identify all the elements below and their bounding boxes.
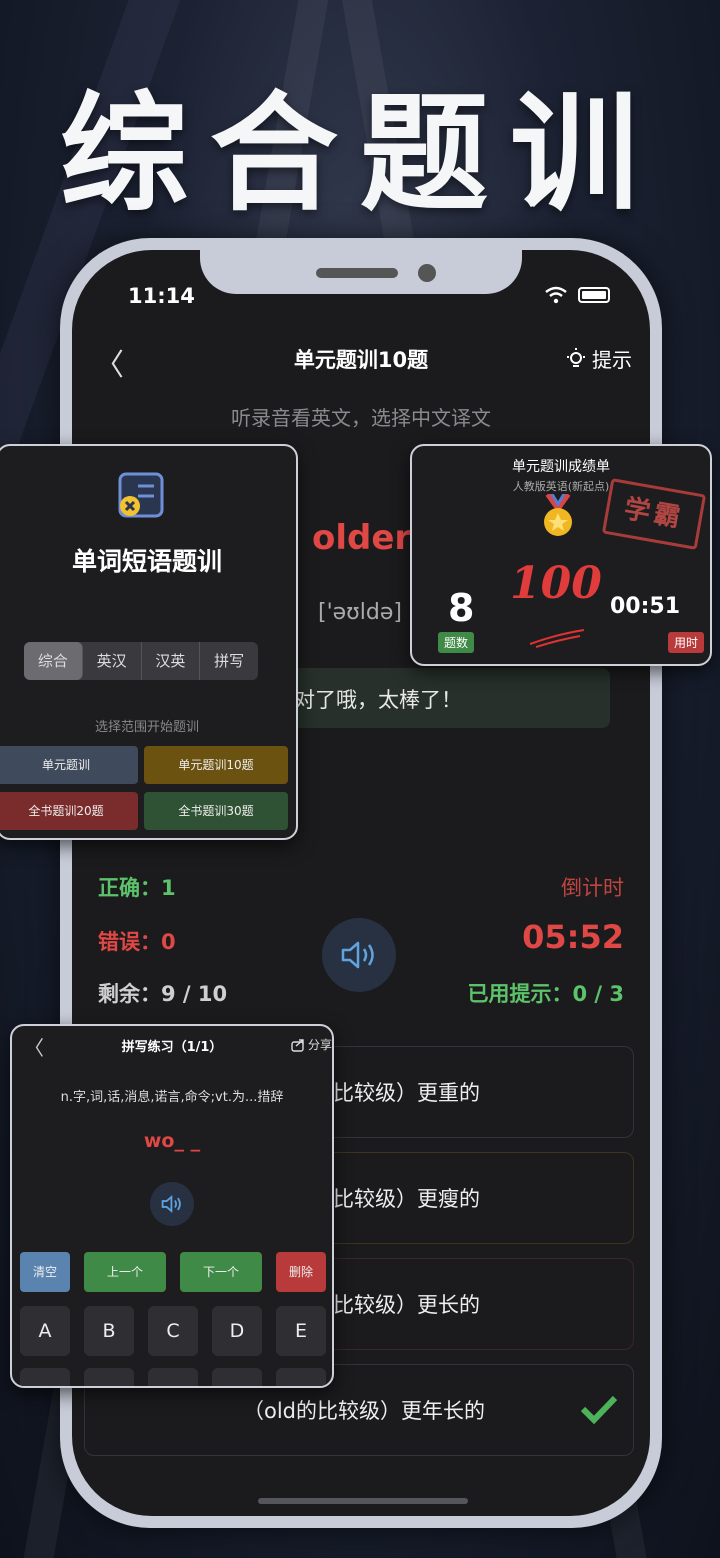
lightbulb-icon xyxy=(567,347,585,367)
unit-10-button[interactable]: 单元题训10题 xyxy=(144,746,288,784)
unit-training-button[interactable]: 单元题训 xyxy=(0,746,138,784)
key-d[interactable]: D xyxy=(212,1306,262,1356)
play-audio-button[interactable] xyxy=(322,918,396,992)
book-30-button[interactable]: 全书题训30题 xyxy=(144,792,288,830)
share-label: 分享 xyxy=(307,1038,332,1052)
hint-button[interactable]: 提示 xyxy=(564,344,632,373)
hints-used-stat: 已用提示：0 / 3 xyxy=(467,978,624,1008)
key[interactable] xyxy=(20,1368,70,1386)
battery-icon xyxy=(578,287,610,303)
instruction-text: 听录音看英文，选择中文译文 xyxy=(231,406,491,430)
clear-button[interactable]: 清空 xyxy=(20,1252,70,1292)
play-audio-button[interactable] xyxy=(150,1182,194,1226)
elapsed-time-tag: 用时 xyxy=(667,632,704,653)
option-text: 比较级）更长的 xyxy=(333,1293,480,1317)
wrong-label: 错误： xyxy=(98,930,161,954)
hints-label: 已用提示： xyxy=(467,982,573,1006)
tab-spelling[interactable]: 拼写 xyxy=(200,642,258,680)
key-e[interactable]: E xyxy=(276,1306,326,1356)
vocab-training-card: 单词短语题训 综合 英汉 汉英 拼写 选择范围开始题训 单元题训 单元题训10题… xyxy=(0,444,298,840)
status-icons xyxy=(544,286,610,304)
hints-value: 0 / 3 xyxy=(572,982,624,1006)
speaker-icon xyxy=(161,1194,181,1214)
tab-cn-en[interactable]: 汉英 xyxy=(142,642,201,680)
option-text: 比较级）更瘦的 xyxy=(333,1187,480,1211)
remaining-value: 9 / 10 xyxy=(161,982,228,1006)
wrong-stat: 错误：0 xyxy=(98,926,176,956)
key[interactable] xyxy=(84,1368,134,1386)
medal-icon xyxy=(544,494,572,536)
book-20-button[interactable]: 全书题训20题 xyxy=(0,792,138,830)
correct-value: 1 xyxy=(161,876,176,900)
hint-label: 提示 xyxy=(592,348,632,372)
word-definition: n.字,词,话,消息,诺言,命令;vt.为...措辞 xyxy=(60,1090,284,1105)
earpiece xyxy=(316,268,398,278)
notch xyxy=(200,250,522,294)
option-text: 比较级）更重的 xyxy=(333,1081,480,1105)
countdown-label: 倒计时 xyxy=(561,876,624,900)
question-count-tag: 题数 xyxy=(438,632,475,653)
key-a[interactable]: A xyxy=(20,1306,70,1356)
previous-button[interactable]: 上一个 xyxy=(84,1252,166,1292)
key-c[interactable]: C xyxy=(148,1306,198,1356)
countdown-timer: 05:52 xyxy=(522,918,624,956)
nav-bar: 〈 单元题训10题 提示 xyxy=(72,330,650,384)
quiz-checklist-icon xyxy=(118,472,164,518)
next-button[interactable]: 下一个 xyxy=(180,1252,262,1292)
share-button[interactable]: 分享 xyxy=(291,1036,332,1053)
wrong-value: 0 xyxy=(161,930,176,954)
remaining-label: 剩余： xyxy=(98,982,161,1006)
spelling-practice-card: 〈 拼写练习（1/1） 分享 n.字,词,话,消息,诺言,命令;vt.为...措… xyxy=(10,1024,334,1388)
wifi-icon xyxy=(545,286,567,304)
correct-label: 正确： xyxy=(98,876,161,900)
question-count: 8 xyxy=(448,586,475,630)
score-value: 100 xyxy=(510,558,602,609)
mode-tabs: 综合 英汉 汉英 拼写 xyxy=(24,642,258,680)
status-time: 11:14 xyxy=(128,284,195,308)
option-text: （old的比较级）更年长的 xyxy=(243,1399,486,1423)
remaining-stat: 剩余：9 / 10 xyxy=(98,978,227,1008)
headline: 综合题训 xyxy=(59,80,660,229)
score-card-title: 单元题训成绩单 xyxy=(512,459,610,475)
spelling-word: wo_ _ xyxy=(143,1130,201,1152)
vocab-card-title: 单词短语题训 xyxy=(71,547,222,576)
key[interactable] xyxy=(276,1368,326,1386)
home-indicator xyxy=(258,1498,468,1504)
scope-label: 选择范围开始题训 xyxy=(94,720,199,735)
tab-mixed[interactable]: 综合 xyxy=(24,642,83,680)
delete-button[interactable]: 删除 xyxy=(276,1252,326,1292)
key[interactable] xyxy=(148,1368,198,1386)
speaker-icon xyxy=(341,941,374,969)
question-word: older xyxy=(312,518,412,558)
spelling-title: 拼写练习（1/1） xyxy=(121,1040,223,1055)
score-underline xyxy=(529,629,585,648)
share-icon xyxy=(291,1038,304,1052)
phonetic-text: ['əʊldə] xyxy=(318,600,402,625)
key[interactable] xyxy=(212,1368,262,1386)
front-camera xyxy=(418,264,436,282)
correct-stat: 正确：1 xyxy=(98,872,176,902)
key-b[interactable]: B xyxy=(84,1306,134,1356)
elapsed-time: 00:51 xyxy=(609,594,680,619)
tab-en-cn[interactable]: 英汉 xyxy=(83,642,142,680)
check-icon xyxy=(580,1395,618,1425)
feedback-bubble: 对了哦，太棒了！ xyxy=(290,668,610,728)
score-report-card: 单元题训成绩单 人教版英语(新起点) 学霸 100 8 题数 00:51 用时 xyxy=(410,444,712,666)
